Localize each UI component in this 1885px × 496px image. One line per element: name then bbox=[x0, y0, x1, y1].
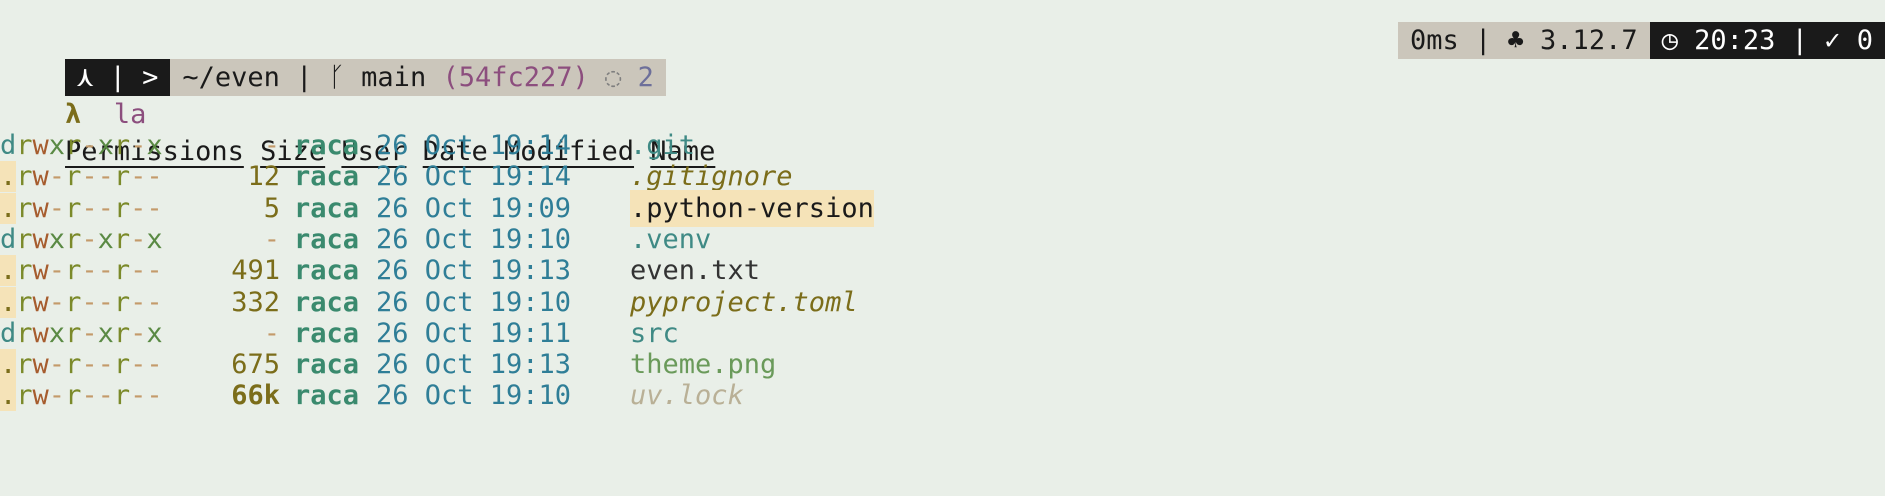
prompt-line: ⋏ | > ~/even | ᚴ main (54fc227) ◌ 2 bbox=[0, 22, 666, 96]
status-separator: | bbox=[1474, 25, 1492, 56]
python-icon: ♣ bbox=[1507, 25, 1524, 56]
git-status-icon: ◌ bbox=[605, 62, 622, 93]
git-branch: main bbox=[361, 62, 427, 93]
git-status-count: 2 bbox=[637, 62, 654, 93]
user-cell: raca bbox=[294, 380, 360, 412]
python-version: 3.12.7 bbox=[1540, 25, 1638, 56]
size-cell: 66k bbox=[231, 380, 280, 412]
status-time-segment: ◷ 20:23 | ✓ 0 bbox=[1649, 22, 1885, 59]
status-duration-segment: 0ms | ♣ 3.12.7 bbox=[1397, 22, 1650, 59]
table-row[interactable]: .rw-r--r-- 66k raca 26 Oct 19:10 uv.lock bbox=[0, 377, 744, 414]
clock-icon: ◷ bbox=[1661, 25, 1678, 56]
clock-time: 20:23 bbox=[1694, 25, 1776, 56]
command-line: λ la bbox=[0, 59, 146, 130]
git-commit-hash: (54fc227) bbox=[442, 62, 589, 93]
status-separator: | bbox=[1791, 25, 1808, 56]
git-branch-icon: ᚴ bbox=[328, 62, 345, 93]
command-duration: 0ms bbox=[1409, 25, 1459, 56]
prompt-path-segment: ~/even | ᚴ main (54fc227) ◌ 2 bbox=[170, 59, 666, 96]
exit-code: 0 bbox=[1856, 25, 1873, 56]
filename-cell[interactable]: uv.lock bbox=[630, 377, 744, 414]
cwd-path: ~/even bbox=[182, 62, 280, 93]
terminal[interactable]: ⋏ | > ~/even | ᚴ main (54fc227) ◌ 2 0ms |… bbox=[0, 0, 1885, 496]
date-cell: 26 Oct 19:10 bbox=[376, 380, 572, 412]
check-icon: ✓ bbox=[1824, 25, 1841, 56]
prompt-separator: | bbox=[296, 62, 313, 93]
permissions-cell: .rw-r--r-- bbox=[0, 380, 163, 412]
right-status-bar: 0ms | ♣ 3.12.7 ◷ 20:23 | ✓ 0 bbox=[1397, 22, 1885, 59]
